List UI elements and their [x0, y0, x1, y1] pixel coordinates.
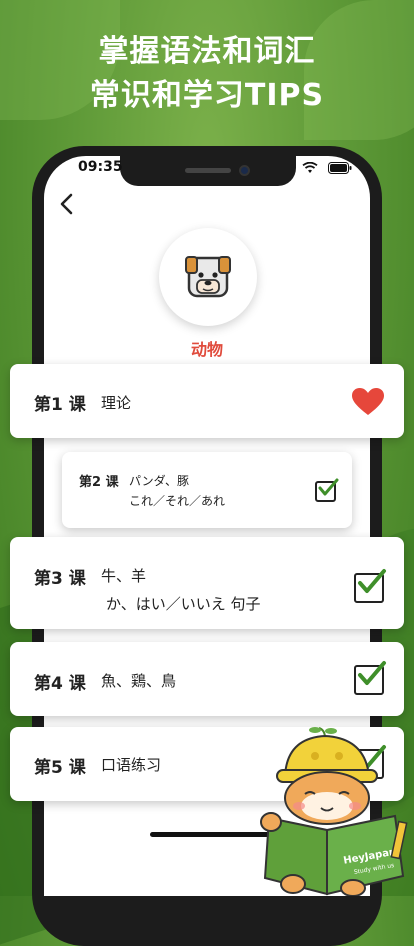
lesson-number: 第5 课: [34, 758, 86, 778]
dog-icon: [185, 256, 231, 298]
lesson-title: 理论: [101, 394, 132, 412]
home-indicator: [150, 832, 270, 837]
lesson-title: パンダ、豚: [129, 474, 190, 488]
lesson-card-3[interactable]: 第3 课 牛、羊 か、はい／いいえ 句子: [10, 537, 404, 629]
chevron-left-icon: [60, 193, 73, 215]
lesson-title: 口语练习: [101, 756, 162, 774]
lesson-number: 第3 课: [34, 569, 86, 589]
checkbox-checked-icon[interactable]: [354, 569, 386, 603]
lesson-title: 魚、鶏、鳥: [101, 672, 177, 690]
checkbox-checked-icon[interactable]: [354, 661, 386, 695]
category-title: 动物: [190, 340, 223, 359]
status-time: 09:35: [78, 159, 123, 175]
lesson-card-2[interactable]: 第2 课 パンダ、豚 これ／それ／あれ: [62, 452, 352, 528]
heart-icon[interactable]: [352, 388, 384, 416]
lesson-card-1[interactable]: 第1 课 理论: [10, 364, 404, 438]
headline-line-2: 常识和学习TIPS: [89, 78, 325, 113]
speaker-grille: [185, 168, 231, 173]
lesson-number: 第4 课: [34, 674, 86, 694]
back-button[interactable]: [58, 192, 76, 221]
lesson-number: 第1 课: [34, 395, 86, 415]
camera-icon: [239, 165, 250, 176]
mascot-illustration: HeyJapan Study with us: [255, 726, 414, 897]
category-avatar: [159, 228, 257, 326]
headline-line-1: 掌握语法和词汇: [98, 34, 316, 69]
lesson-title: 牛、羊: [101, 567, 147, 585]
checkbox-checked-icon[interactable]: [315, 478, 339, 502]
status-icons: [302, 160, 352, 175]
battery-icon: [328, 161, 352, 174]
lesson-card-4[interactable]: 第4 课 魚、鶏、鳥: [10, 642, 404, 716]
wifi-icon: [302, 161, 318, 173]
lesson-subtitle: か、はい／いいえ 句子: [106, 595, 261, 613]
lesson-subtitle: これ／それ／あれ: [129, 494, 226, 508]
promo-headline: 掌握语法和词汇 常识和学习TIPS: [0, 30, 414, 118]
lesson-number: 第2 课: [79, 475, 119, 490]
